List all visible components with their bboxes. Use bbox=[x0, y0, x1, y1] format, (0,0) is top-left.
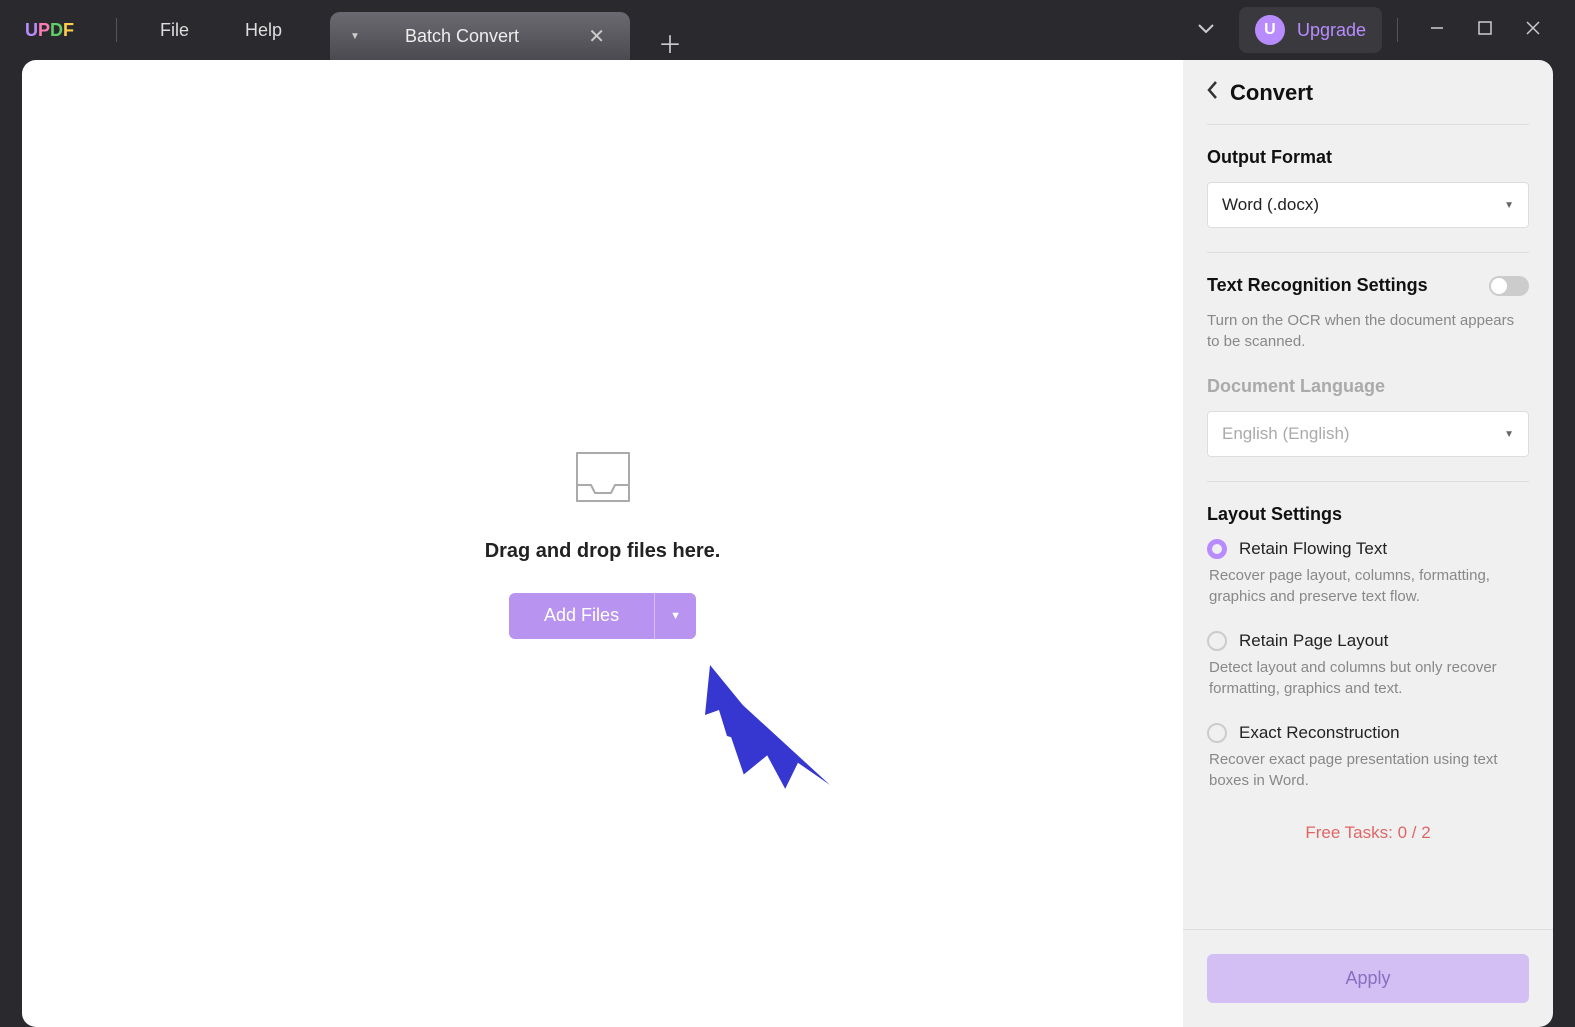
radio-desc: Detect layout and columns but only recov… bbox=[1209, 657, 1529, 699]
output-format-section: Output Format Word (.docx) ▼ bbox=[1183, 125, 1553, 228]
radio-option-page-layout: Retain Page Layout Detect layout and col… bbox=[1207, 631, 1529, 699]
ocr-hint: Turn on the OCR when the document appear… bbox=[1207, 310, 1529, 352]
tab-title: Batch Convert bbox=[405, 26, 553, 47]
add-files-dropdown-icon[interactable]: ▼ bbox=[654, 593, 696, 639]
caret-down-icon: ▼ bbox=[1504, 200, 1514, 211]
tab-bar: ▼ Batch Convert ✕ ＋ bbox=[330, 0, 702, 60]
upgrade-label: Upgrade bbox=[1297, 20, 1366, 41]
upgrade-button[interactable]: U Upgrade bbox=[1239, 7, 1382, 53]
radio-flowing-text[interactable]: Retain Flowing Text bbox=[1207, 539, 1529, 559]
layout-label: Layout Settings bbox=[1207, 504, 1529, 525]
add-files-button[interactable]: Add Files ▼ bbox=[509, 593, 696, 639]
radio-option-flowing: Retain Flowing Text Recover page layout,… bbox=[1207, 539, 1529, 607]
free-tasks-text: Free Tasks: 0 / 2 bbox=[1183, 805, 1553, 861]
maximize-button[interactable] bbox=[1461, 21, 1509, 40]
upgrade-icon: U bbox=[1255, 15, 1285, 45]
layout-section: Layout Settings Retain Flowing Text Reco… bbox=[1183, 482, 1553, 805]
minimize-button[interactable] bbox=[1413, 21, 1461, 40]
menu-help[interactable]: Help bbox=[217, 20, 310, 41]
output-format-value: Word (.docx) bbox=[1222, 195, 1319, 215]
doc-lang-label: Document Language bbox=[1207, 376, 1529, 397]
radio-label: Retain Page Layout bbox=[1239, 631, 1388, 651]
content: Drag and drop files here. Add Files ▼ Co… bbox=[22, 60, 1553, 1027]
radio-desc: Recover page layout, columns, formatting… bbox=[1209, 565, 1529, 607]
drop-text: Drag and drop files here. bbox=[485, 540, 721, 563]
titlebar-right: U Upgrade bbox=[1173, 7, 1575, 53]
ocr-label: Text Recognition Settings bbox=[1207, 275, 1428, 296]
radio-icon bbox=[1207, 539, 1227, 559]
tab-dropdown-icon[interactable]: ▼ bbox=[350, 31, 360, 42]
svg-text:UPDF: UPDF bbox=[25, 20, 74, 40]
radio-exact-reconstruction[interactable]: Exact Reconstruction bbox=[1207, 723, 1529, 743]
drop-zone[interactable]: Drag and drop files here. Add Files ▼ bbox=[22, 60, 1183, 1027]
sidebar-footer: Apply bbox=[1183, 929, 1553, 1027]
toggle-knob bbox=[1491, 278, 1507, 294]
radio-desc: Recover exact page presentation using te… bbox=[1209, 749, 1529, 791]
inbox-icon bbox=[573, 449, 633, 510]
app-logo: UPDF bbox=[25, 19, 81, 41]
add-files-label: Add Files bbox=[509, 605, 654, 626]
output-format-select[interactable]: Word (.docx) ▼ bbox=[1207, 182, 1529, 228]
radio-label: Retain Flowing Text bbox=[1239, 539, 1387, 559]
ocr-header: Text Recognition Settings bbox=[1207, 275, 1529, 296]
output-format-label: Output Format bbox=[1207, 147, 1529, 168]
ocr-section: Text Recognition Settings Turn on the OC… bbox=[1183, 253, 1553, 457]
chevron-down-icon[interactable] bbox=[1173, 21, 1239, 39]
radio-icon bbox=[1207, 631, 1227, 651]
sidebar-header: Convert bbox=[1183, 60, 1553, 124]
convert-sidebar: Convert Output Format Word (.docx) ▼ Tex… bbox=[1183, 60, 1553, 1027]
radio-page-layout[interactable]: Retain Page Layout bbox=[1207, 631, 1529, 651]
close-button[interactable] bbox=[1509, 21, 1557, 40]
doc-lang-value: English (English) bbox=[1222, 424, 1350, 444]
radio-label: Exact Reconstruction bbox=[1239, 723, 1400, 743]
radio-option-exact: Exact Reconstruction Recover exact page … bbox=[1207, 723, 1529, 791]
menu-file[interactable]: File bbox=[132, 20, 217, 41]
separator bbox=[1397, 18, 1398, 42]
caret-down-icon: ▼ bbox=[1504, 429, 1514, 440]
separator bbox=[116, 18, 117, 42]
doc-lang-select[interactable]: English (English) ▼ bbox=[1207, 411, 1529, 457]
back-chevron-icon[interactable] bbox=[1207, 81, 1218, 105]
apply-button[interactable]: Apply bbox=[1207, 954, 1529, 1003]
cursor-arrow-icon bbox=[705, 660, 835, 805]
sidebar-title: Convert bbox=[1230, 80, 1313, 106]
tab-batch-convert[interactable]: ▼ Batch Convert ✕ bbox=[330, 12, 630, 60]
radio-icon bbox=[1207, 723, 1227, 743]
titlebar: UPDF File Help ▼ Batch Convert ✕ ＋ U Upg… bbox=[0, 0, 1575, 60]
ocr-toggle[interactable] bbox=[1489, 276, 1529, 296]
new-tab-button[interactable]: ＋ bbox=[638, 25, 702, 60]
tab-close-icon[interactable]: ✕ bbox=[583, 24, 610, 49]
